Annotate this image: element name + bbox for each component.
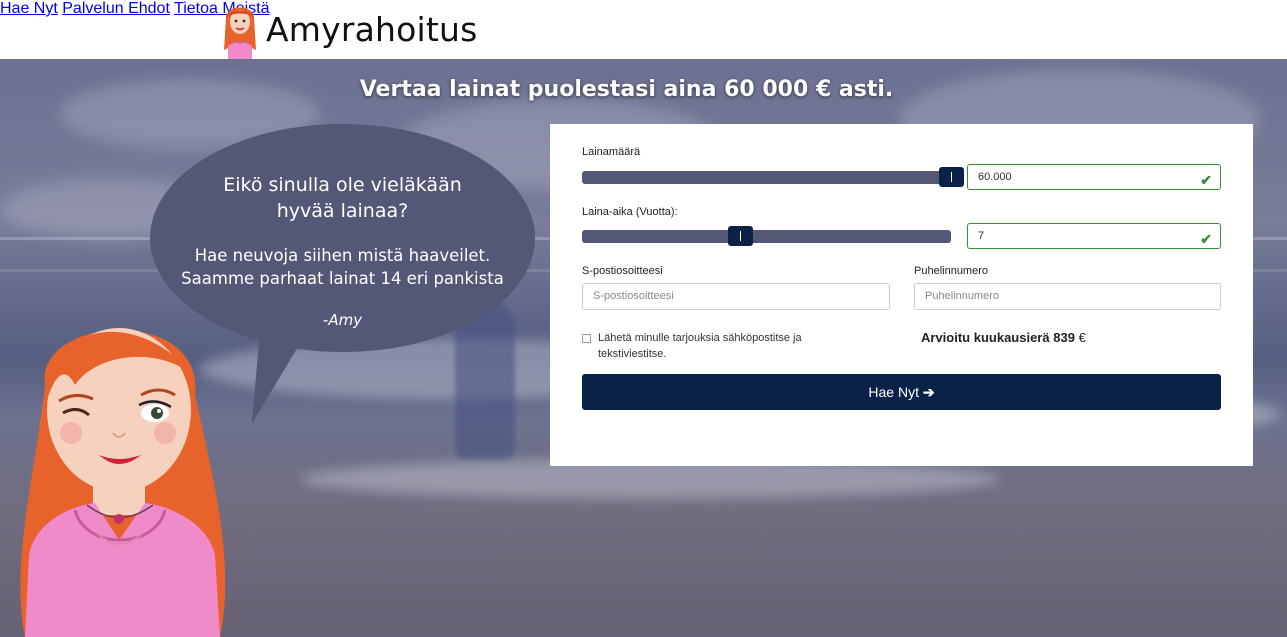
phone-label: Puhelinnumero	[914, 265, 988, 277]
phone-input[interactable]: Puhelinnumero	[914, 283, 1221, 310]
bubble-text-line1: Hae neuvoja siihen mistä haaveilet.	[194, 246, 491, 265]
consent-label[interactable]: Lähetä minulle tarjouksia sähköpostitse …	[598, 330, 802, 362]
loan-amount-input[interactable]: 60.000 ✔	[967, 164, 1221, 190]
consent-label-line1: Lähetä minulle tarjouksia sähköpostitse …	[598, 332, 802, 344]
hero-headline: Vertaa lainat puolestasi aina 60 000 € a…	[359, 77, 894, 102]
consent-checkbox[interactable]	[582, 334, 591, 343]
amy-character-illustration	[15, 305, 230, 637]
bubble-question: Eikö sinulla ole vieläkään hyvää lainaa?	[150, 172, 535, 224]
loan-term-slider-handle[interactable]	[728, 226, 753, 246]
loan-term-value: 7	[978, 230, 985, 242]
estimate-label: Arvioitu kuukausierä	[921, 330, 1050, 345]
loan-term-input[interactable]: 7 ✔	[967, 223, 1221, 249]
email-input[interactable]: S-postiosoitteesi	[582, 283, 890, 310]
arrow-right-icon: ➔	[922, 384, 935, 400]
monthly-estimate: Arvioitu kuukausierä 839 €	[921, 330, 1086, 345]
loan-amount-slider[interactable]	[582, 171, 951, 184]
checkmark-icon: ✔	[1200, 172, 1212, 188]
bubble-text: Hae neuvoja siihen mistä haaveilet. Saam…	[150, 244, 535, 290]
loan-amount-value: 60.000	[978, 171, 1012, 183]
checkmark-icon: ✔	[1200, 231, 1212, 247]
logo[interactable]: Amyrahoitus	[218, 0, 478, 59]
loan-term-label: Laina-aika (Vuotta):	[582, 206, 678, 218]
submit-button[interactable]: Hae Nyt ➔	[582, 374, 1221, 410]
loan-term-slider[interactable]	[582, 230, 951, 243]
submit-label: Hae Nyt	[868, 384, 919, 400]
nav-hae-nyt[interactable]: Hae Nyt	[0, 0, 58, 17]
nav-palvelun-ehdot[interactable]: Palvelun Ehdot	[62, 0, 170, 17]
amy-logo-icon	[218, 0, 262, 59]
bubble-question-line1: Eikö sinulla ole vieläkään	[223, 174, 462, 196]
logo-text: Amyrahoitus	[266, 10, 478, 49]
estimate-value: 839	[1053, 330, 1075, 345]
estimate-currency: €	[1078, 330, 1086, 345]
site-header: Amyrahoitus Hae Nyt Palvelun Ehdot Tieto…	[0, 0, 1287, 59]
bubble-question-line2: hyvää lainaa?	[276, 200, 409, 222]
loan-amount-label: Lainamäärä	[582, 146, 641, 158]
consent-label-line2: tekstiviestitse.	[598, 348, 667, 360]
loan-form-card: Lainamäärä 60.000 ✔ Laina-aika (Vuotta):…	[550, 124, 1253, 466]
bubble-text-line2: Saamme parhaat lainat 14 eri pankista	[181, 269, 504, 288]
loan-amount-slider-handle[interactable]	[939, 167, 964, 187]
email-label: S-postiosoitteesi	[582, 265, 663, 277]
